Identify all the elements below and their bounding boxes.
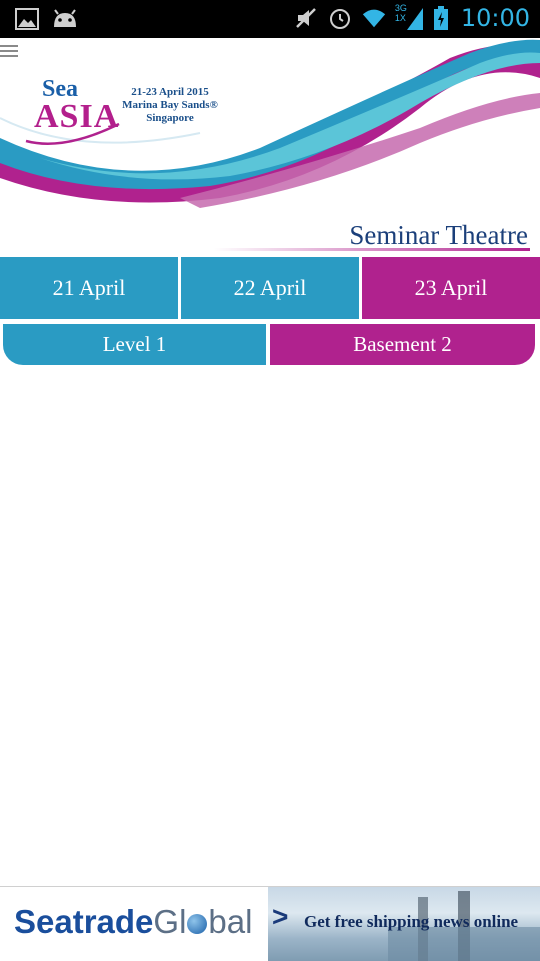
android-icon xyxy=(52,6,78,32)
event-info: 21-23 April 2015 Marina Bay Sands® Singa… xyxy=(120,86,220,125)
ad-brand: SeatradeGl bal xyxy=(14,903,252,941)
page-title: Seminar Theatre xyxy=(349,220,528,250)
battery-icon xyxy=(433,5,449,31)
level-tabs: Level 1 Basement 2 xyxy=(3,324,535,365)
tab-22-april[interactable]: 22 April xyxy=(181,257,362,319)
event-dates: 21-23 April 2015 xyxy=(131,86,209,98)
signal-icon: 3G 1X xyxy=(394,3,425,31)
tab-21-april[interactable]: 21 April xyxy=(0,257,181,319)
ad-brand-bal: bal xyxy=(208,903,253,940)
network-sub-label: 1X xyxy=(394,13,406,23)
header-banner: Sea ASIA 21-23 April 2015 Marina Bay San… xyxy=(0,38,540,218)
ad-brand-gl: Gl xyxy=(153,903,187,940)
seaasia-logo: Sea ASIA 21-23 April 2015 Marina Bay San… xyxy=(24,76,224,156)
ad-banner[interactable]: SeatradeGl bal > Get free shipping news o… xyxy=(0,886,540,961)
ad-brand-seatrade: Seatrade xyxy=(14,903,154,940)
clock-time: 10:00 xyxy=(460,4,530,32)
tab-23-april[interactable]: 23 April xyxy=(362,257,540,319)
tab-level-1[interactable]: Level 1 xyxy=(3,324,266,365)
logo-swoosh-icon xyxy=(25,122,120,145)
event-city: Singapore xyxy=(146,112,194,124)
ad-arrow-icon: > xyxy=(272,901,289,932)
network-type-label: 3G xyxy=(394,3,407,13)
date-tabs: 21 April 22 April 23 April xyxy=(0,257,540,319)
mute-icon xyxy=(293,5,319,31)
event-venue: Marina Bay Sands® xyxy=(122,99,218,111)
menu-icon[interactable] xyxy=(0,45,18,59)
image-icon xyxy=(14,6,40,32)
globe-icon xyxy=(187,914,208,935)
tab-basement-2[interactable]: Basement 2 xyxy=(270,324,535,365)
title-underline xyxy=(214,248,530,251)
alarm-icon xyxy=(327,5,353,31)
status-bar: 3G 1X 10:00 xyxy=(0,0,540,38)
ad-tagline: Get free shipping news online xyxy=(304,912,519,931)
wifi-icon xyxy=(361,5,387,31)
